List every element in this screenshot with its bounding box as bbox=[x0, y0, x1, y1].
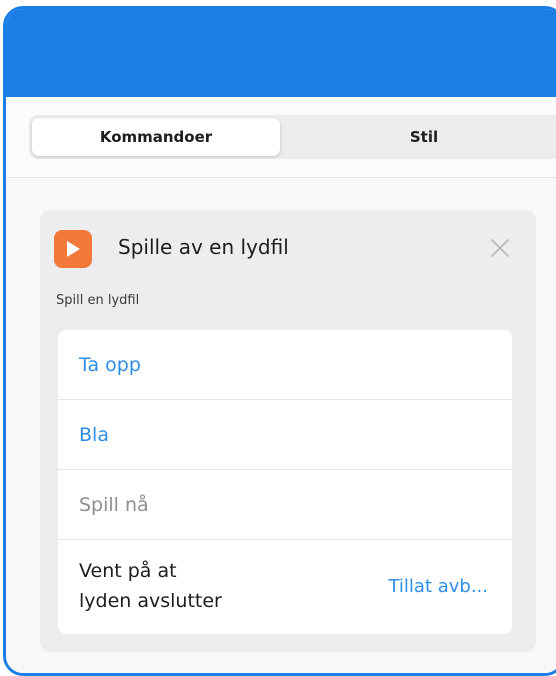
play-icon bbox=[54, 230, 92, 268]
tab-bar: Kommandoer Stil bbox=[6, 97, 556, 178]
content-area: Spille av en lydfil Spill en lydfil Ta o… bbox=[6, 178, 556, 673]
app-window: Kommandoer Stil Spille av en lydfil Spil… bbox=[3, 6, 556, 676]
wait-option-row[interactable]: Vent på at lyden avslutter Tillat avb... bbox=[58, 540, 512, 632]
play-now-option[interactable]: Spill nå bbox=[58, 470, 512, 540]
options-list: Ta opp Bla Spill nå Vent på at lyden avs… bbox=[58, 330, 512, 634]
wait-option-value[interactable]: Tillat avb... bbox=[388, 576, 488, 597]
browse-option[interactable]: Bla bbox=[58, 400, 512, 470]
action-card: Spille av en lydfil Spill en lydfil Ta o… bbox=[40, 210, 536, 652]
tab-kommandoer[interactable]: Kommandoer bbox=[32, 118, 280, 156]
segmented-control: Kommandoer Stil bbox=[29, 115, 556, 159]
action-subtitle: Spill en lydfil bbox=[56, 293, 140, 308]
tab-stil[interactable]: Stil bbox=[289, 118, 556, 156]
wait-option-label: Vent på at lyden avslutter bbox=[79, 560, 222, 612]
top-bar bbox=[6, 9, 556, 97]
close-icon[interactable] bbox=[486, 234, 514, 262]
action-title: Spille av en lydfil bbox=[118, 235, 289, 259]
record-option[interactable]: Ta opp bbox=[58, 330, 512, 400]
